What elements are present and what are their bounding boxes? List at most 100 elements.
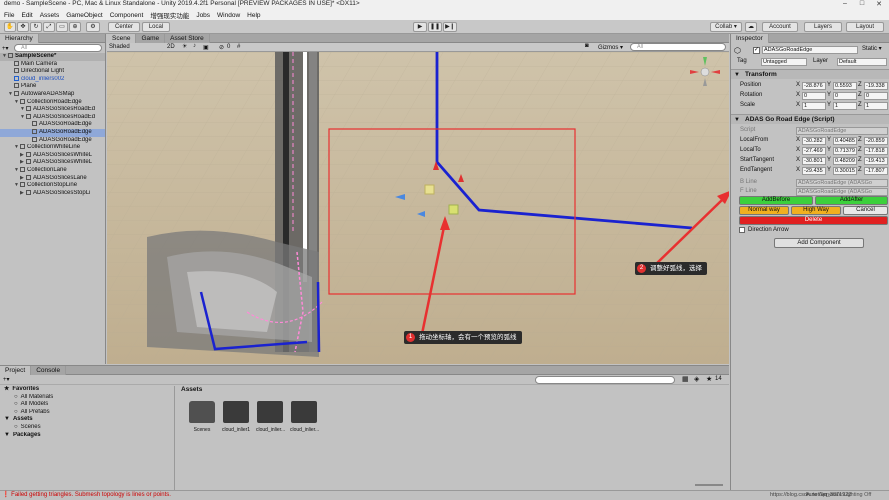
camera-settings-icon[interactable]: ◙	[585, 43, 589, 49]
scale-y-field[interactable]: 1	[833, 101, 857, 110]
pause-button[interactable]: ❚❚	[428, 22, 442, 32]
field-localfrom-z-field[interactable]: -20.859	[864, 136, 888, 145]
rotation-y-field[interactable]: 0	[833, 91, 857, 100]
play-button[interactable]: ▶	[413, 22, 427, 32]
script-expand-icon[interactable]: ▼	[734, 115, 740, 125]
field-starttangent-y-field[interactable]: 0.48209	[833, 156, 857, 165]
field-endtangent-x-field[interactable]: -29.435	[802, 166, 826, 175]
hierarchy-item[interactable]: Plane	[0, 83, 105, 91]
hierarchy-item[interactable]: ▼ AutowareADASMap	[0, 90, 105, 99]
cancel-button[interactable]: Cancel	[843, 206, 888, 215]
scale-z-field[interactable]: 1	[864, 101, 888, 110]
rotation-z-field[interactable]: 0	[864, 91, 888, 100]
project-tree-item[interactable]: ○ All Models	[0, 401, 174, 409]
field-starttangent-z-field[interactable]: -19.413	[864, 156, 888, 165]
tab-project[interactable]: Project	[0, 365, 32, 375]
scale-tool-icon[interactable]: ⤢	[43, 22, 55, 32]
asset-mesh[interactable]: cloud_inlier1	[222, 401, 250, 433]
effects-toggle-icon[interactable]: ▣	[203, 44, 209, 51]
tab-inspector[interactable]: Inspector	[731, 33, 769, 43]
menu-ar[interactable]: 增强现实功能	[150, 10, 189, 20]
hierarchy-item[interactable]: Main Camera	[0, 60, 105, 69]
project-create-button[interactable]: +▾	[3, 376, 10, 383]
active-checkbox[interactable]: ✓	[753, 47, 760, 54]
tab-asset-store[interactable]: Asset Store	[165, 33, 210, 43]
add-component-button[interactable]: Add Component	[774, 238, 864, 248]
gizmos-dropdown[interactable]: Gizmos ▾	[598, 44, 623, 51]
hierarchy-item[interactable]: ▼ ADASGoSlicesRoadEd	[0, 113, 105, 122]
position-y-field[interactable]: 0.5593	[833, 81, 857, 90]
direction-arrow-checkbox[interactable]	[739, 227, 745, 233]
scale-x-field[interactable]: 1	[802, 101, 826, 110]
hidden-objects-icon[interactable]: ⊘	[219, 44, 224, 51]
object-name-input[interactable]: ADASGoRoadEdge	[762, 46, 858, 54]
delete-button[interactable]: Delete	[739, 216, 888, 225]
project-search-input[interactable]	[535, 376, 675, 384]
step-button[interactable]: ▶❙	[443, 22, 457, 32]
hierarchy-search-input[interactable]: All	[14, 44, 102, 52]
close-icon[interactable]: ✕	[872, 0, 886, 8]
hierarchy-item[interactable]: ▼ CollectionStopLine	[0, 182, 105, 190]
rotate-tool-icon[interactable]: ↻	[30, 22, 42, 32]
tab-console[interactable]: Console	[31, 365, 67, 375]
layers-button[interactable]: Layers	[804, 22, 842, 32]
pivot-center-button[interactable]: Center	[108, 22, 140, 32]
menu-edit[interactable]: Edit	[21, 12, 32, 19]
shading-mode-dropdown[interactable]: Shaded	[109, 44, 159, 50]
position-z-field[interactable]: -19.338	[864, 81, 888, 90]
hierarchy-item[interactable]: ▶ ADASGoSlicesWhiteL	[0, 159, 105, 167]
minimize-icon[interactable]: –	[838, 0, 852, 7]
mode-2d-button[interactable]: 2D	[167, 44, 175, 50]
filter-label-icon[interactable]: ◈	[694, 375, 699, 383]
hierarchy-item[interactable]: ▶ ADASGoSlicesWhiteL	[0, 151, 105, 160]
asset-mesh[interactable]: cloud_inlier...	[256, 401, 285, 433]
normal-way-button[interactable]: Normal way	[739, 206, 789, 215]
hierarchy-item[interactable]: ▼ CollectionRoadEdge	[0, 98, 105, 107]
field-localfrom-y-field[interactable]: 0.40485	[833, 136, 857, 145]
hierarchy-item[interactable]: ▼ CollectionLane	[0, 166, 105, 175]
project-tree-item[interactable]: ★ Favorites	[0, 386, 174, 394]
scene-viewport[interactable]: 1 拖动坐标轴，会有一个预览的弧线 2 调整好弧线，选择	[107, 52, 729, 364]
asset-folder[interactable]: Scenes	[188, 401, 216, 433]
menu-jobs[interactable]: Jobs	[196, 12, 210, 19]
field-localto-z-field[interactable]: -17.818	[864, 146, 888, 155]
hierarchy-item[interactable]: ADASGoRoadEdge	[0, 128, 105, 137]
field-localto-y-field[interactable]: 0.71379	[833, 146, 857, 155]
hierarchy-item[interactable]: Directional Light	[0, 68, 105, 76]
menu-file[interactable]: File	[4, 12, 14, 19]
pivot-local-button[interactable]: Local	[142, 22, 170, 32]
field-endtangent-z-field[interactable]: -17.807	[864, 166, 888, 175]
field-starttangent-x-field[interactable]: -30.801	[802, 156, 826, 165]
tab-game[interactable]: Game	[136, 33, 166, 43]
field-endtangent-y-field[interactable]: 0.30015	[833, 166, 857, 175]
project-tree-item[interactable]: ○ Scenes	[0, 424, 174, 432]
audio-toggle-icon[interactable]: ♪	[193, 43, 196, 49]
hierarchy-item[interactable]: ▼ SampleScene*	[0, 53, 105, 61]
gizmo-handle-b[interactable]	[448, 204, 459, 215]
layer-dropdown[interactable]: Default	[837, 57, 887, 66]
hierarchy-item[interactable]: ▶ ADASGoSlicesLane	[0, 174, 105, 183]
hierarchy-item[interactable]: ▶ ADASGoSlicesStopLi	[0, 189, 105, 198]
position-x-field[interactable]: -28.876	[802, 81, 826, 90]
maximize-icon[interactable]: □	[855, 0, 869, 7]
tag-dropdown[interactable]: Untagged	[761, 57, 807, 66]
thumbnail-size-slider[interactable]	[695, 484, 723, 486]
field-localfrom-x-field[interactable]: -30.282	[802, 136, 826, 145]
hierarchy-item[interactable]: ADASGoRoadEdge	[0, 136, 105, 145]
cloud-icon[interactable]: ☁	[745, 22, 757, 32]
menu-assets[interactable]: Assets	[40, 12, 60, 19]
rotation-x-field[interactable]: 0	[802, 91, 826, 100]
static-toggle[interactable]: Static ▾	[862, 45, 882, 54]
layout-button[interactable]: Layout	[846, 22, 884, 32]
scene-search-input[interactable]: All	[630, 43, 726, 51]
transform-section-header[interactable]: ▼ Transform	[731, 69, 889, 79]
rect-tool-icon[interactable]: ▭	[56, 22, 68, 32]
lighting-toggle-icon[interactable]: ☀	[182, 43, 187, 50]
account-button[interactable]: Account	[762, 22, 798, 32]
field-localto-x-field[interactable]: -27.469	[802, 146, 826, 155]
filter-type-icon[interactable]: ▦	[682, 375, 689, 383]
project-tree-item[interactable]: ▼ Assets	[0, 416, 174, 424]
menu-help[interactable]: Help	[247, 12, 260, 19]
hierarchy-item[interactable]: ADASGoRoadEdge	[0, 121, 105, 129]
hierarchy-item[interactable]: ▼ CollectionWhiteLine	[0, 144, 105, 152]
